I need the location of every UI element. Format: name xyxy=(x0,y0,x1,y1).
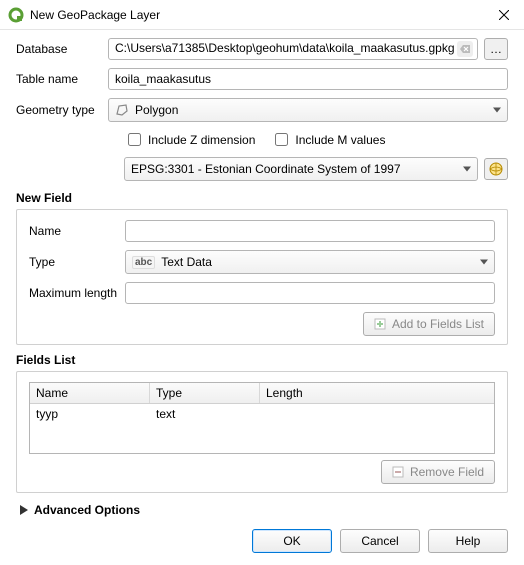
field-type-value: Text Data xyxy=(161,255,212,269)
add-to-fields-button[interactable]: Add to Fields List xyxy=(363,312,495,336)
crs-value: EPSG:3301 - Estonian Coordinate System o… xyxy=(131,162,401,176)
cancel-button[interactable]: Cancel xyxy=(340,529,420,553)
new-field-heading: New Field xyxy=(16,191,508,205)
field-type-select[interactable]: abc Text Data xyxy=(125,250,495,274)
text-type-icon: abc xyxy=(132,256,155,269)
fields-table[interactable]: Name Type Length tyyp text xyxy=(29,382,495,454)
chevron-right-icon xyxy=(20,505,28,515)
include-z-checkbox[interactable]: Include Z dimension xyxy=(124,130,255,149)
clear-input-icon[interactable] xyxy=(457,41,473,57)
add-field-icon xyxy=(374,318,386,330)
polygon-icon xyxy=(115,103,129,117)
cell-type: text xyxy=(150,404,260,424)
field-name-label: Name xyxy=(29,224,125,238)
include-m-checkbox[interactable]: Include M values xyxy=(271,130,385,149)
table-row[interactable]: tyyp text xyxy=(30,404,494,424)
cell-length xyxy=(260,404,494,424)
close-icon xyxy=(499,10,509,20)
remove-field-button[interactable]: Remove Field xyxy=(381,460,495,484)
chevron-down-icon xyxy=(493,108,501,113)
close-button[interactable] xyxy=(484,0,524,30)
advanced-options-toggle[interactable]: Advanced Options xyxy=(20,503,508,517)
title-bar: New GeoPackage Layer xyxy=(0,0,524,30)
table-name-input[interactable] xyxy=(108,68,508,90)
database-input[interactable]: C:\Users\a71385\Desktop\geohum\data\koil… xyxy=(108,38,478,60)
table-header: Name Type Length xyxy=(30,383,494,404)
table-name-label: Table name xyxy=(16,72,108,86)
field-type-label: Type xyxy=(29,255,125,269)
crs-select[interactable]: EPSG:3301 - Estonian Coordinate System o… xyxy=(124,157,478,181)
qgis-logo-icon xyxy=(8,7,24,23)
window-title: New GeoPackage Layer xyxy=(30,8,484,22)
field-name-input[interactable] xyxy=(125,220,495,242)
remove-field-icon xyxy=(392,466,404,478)
include-z-label: Include Z dimension xyxy=(148,133,255,147)
crs-globe-icon xyxy=(488,161,504,177)
chevron-down-icon xyxy=(480,260,488,265)
database-label: Database xyxy=(16,42,108,56)
remove-field-label: Remove Field xyxy=(410,465,484,479)
fields-list-heading: Fields List xyxy=(16,353,508,367)
include-m-label: Include M values xyxy=(295,133,385,147)
crs-picker-button[interactable] xyxy=(484,158,508,180)
help-button[interactable]: Help xyxy=(428,529,508,553)
add-to-fields-label: Add to Fields List xyxy=(392,317,484,331)
max-length-input[interactable] xyxy=(125,282,495,304)
geometry-type-value: Polygon xyxy=(135,103,178,117)
geometry-type-label: Geometry type xyxy=(16,103,108,117)
col-type-header[interactable]: Type xyxy=(150,383,260,403)
include-m-box[interactable] xyxy=(275,133,288,146)
cell-name: tyyp xyxy=(30,404,150,424)
col-name-header[interactable]: Name xyxy=(30,383,150,403)
chevron-down-icon xyxy=(463,167,471,172)
max-length-label: Maximum length xyxy=(29,286,125,300)
ellipsis-icon: … xyxy=(490,42,502,56)
ok-button[interactable]: OK xyxy=(252,529,332,553)
include-z-box[interactable] xyxy=(128,133,141,146)
browse-database-button[interactable]: … xyxy=(484,38,508,60)
new-field-group: Name Type abc Text Data Maximum length A… xyxy=(16,209,508,345)
advanced-options-label: Advanced Options xyxy=(34,503,140,517)
dialog-footer: OK Cancel Help xyxy=(0,529,524,565)
geometry-type-select[interactable]: Polygon xyxy=(108,98,508,122)
database-value: C:\Users\a71385\Desktop\geohum\data\koil… xyxy=(115,41,455,55)
col-length-header[interactable]: Length xyxy=(260,383,494,403)
fields-list-group: Name Type Length tyyp text Remove Field xyxy=(16,371,508,493)
